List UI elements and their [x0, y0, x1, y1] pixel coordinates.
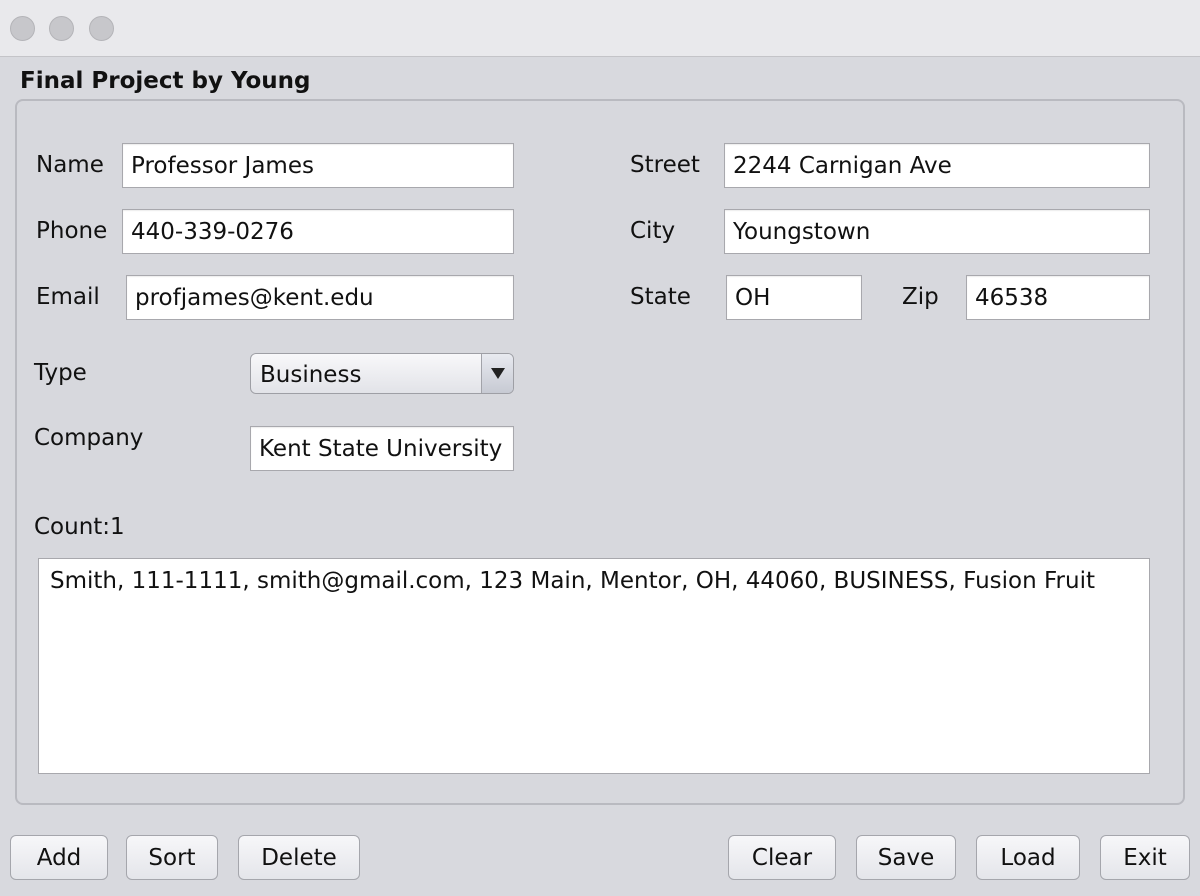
zip-label: Zip: [902, 284, 939, 310]
phone-label: Phone: [36, 218, 108, 244]
exit-button[interactable]: Exit: [1100, 835, 1190, 880]
state-field[interactable]: [726, 275, 862, 320]
company-label: Company: [34, 425, 144, 451]
add-button[interactable]: Add: [10, 835, 108, 880]
city-label: City: [630, 218, 676, 244]
type-label: Type: [34, 360, 87, 386]
name-field[interactable]: [122, 143, 514, 188]
records-textarea[interactable]: Smith, 111-1111, smith@gmail.com, 123 Ma…: [38, 558, 1150, 774]
triangle-down-icon[interactable]: [481, 354, 513, 393]
group-title: Final Project by Young: [20, 68, 311, 94]
email-field[interactable]: [126, 275, 514, 320]
email-label: Email: [36, 284, 100, 310]
company-field[interactable]: [250, 426, 514, 471]
zip-field[interactable]: [966, 275, 1150, 320]
type-dropdown[interactable]: Business: [250, 353, 514, 394]
state-label: State: [630, 284, 691, 310]
count-label: Count:1: [34, 514, 125, 540]
name-label: Name: [36, 152, 104, 178]
maximize-window-button[interactable]: [89, 16, 114, 41]
delete-button[interactable]: Delete: [238, 835, 360, 880]
city-field[interactable]: [724, 209, 1150, 254]
record-line: Smith, 111-1111, smith@gmail.com, 123 Ma…: [50, 568, 1095, 594]
phone-field[interactable]: [122, 209, 514, 254]
minimize-window-button[interactable]: [49, 16, 74, 41]
title-bar: [0, 0, 1200, 57]
save-button[interactable]: Save: [856, 835, 956, 880]
type-selected-value: Business: [260, 362, 362, 388]
close-window-button[interactable]: [10, 16, 35, 41]
clear-button[interactable]: Clear: [728, 835, 836, 880]
sort-button[interactable]: Sort: [126, 835, 218, 880]
street-label: Street: [630, 152, 700, 178]
load-button[interactable]: Load: [976, 835, 1080, 880]
app-window: Final Project by Young Name Phone Email …: [0, 0, 1200, 896]
street-field[interactable]: [724, 143, 1150, 188]
